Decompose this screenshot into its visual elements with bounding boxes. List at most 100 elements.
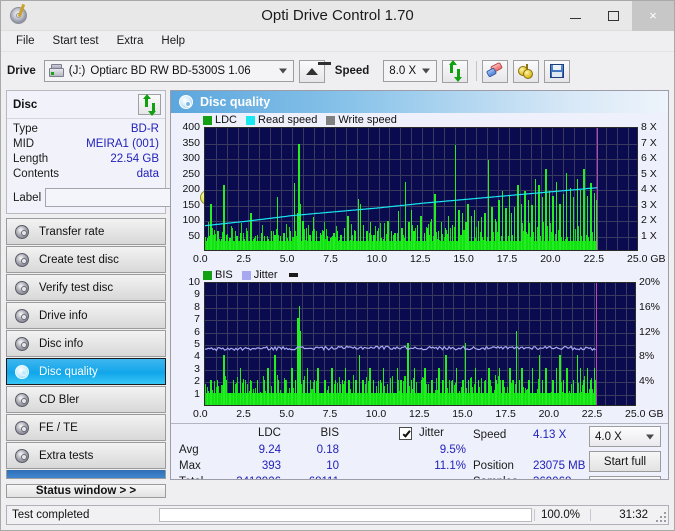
maximize-button[interactable] xyxy=(594,1,632,31)
jitter-checkbox[interactable] xyxy=(399,427,412,440)
menu-help[interactable]: Help xyxy=(152,33,194,49)
legend-swatch-ldc xyxy=(203,115,212,125)
label-caption: Label xyxy=(13,191,42,204)
y-tick-label: 7 xyxy=(194,313,200,326)
bis-chart: BIS Jitter 10 9 8 7 6 5 4 3 2 1 20% 16% 12% 8% 4% 0.0 2.… xyxy=(171,268,668,423)
sidebar-item-disc-quality[interactable]: Disc quality xyxy=(6,358,166,385)
x-tick-label: 2.5 xyxy=(236,253,251,265)
x-tick-label: 5.0 xyxy=(279,253,295,265)
x-tick-label: 10.0 xyxy=(366,253,388,265)
left-sidebar: Disc Type BD-R MID MEIRA1 (001) Length 2… xyxy=(6,90,217,498)
y2-tick-label: 3 X xyxy=(641,198,657,211)
stats-max-bis: 10 xyxy=(326,460,339,472)
stats-header-jitter: Jitter xyxy=(419,427,444,439)
sidebar-item-create-test-disc[interactable]: Create test disc xyxy=(6,246,166,273)
sidebar-item-fe-te[interactable]: FE / TE xyxy=(6,414,166,441)
sidebar-item-verify-test-disc[interactable]: Verify test disc xyxy=(6,274,166,301)
stats-speed-value: 4.13 X xyxy=(533,429,567,441)
y-tick-label: 5 xyxy=(194,338,200,350)
progress-bar xyxy=(159,508,532,522)
drive-select[interactable]: (J:) Optiarc BD RW BD-5300S 1.06 xyxy=(43,60,294,82)
y-tick-label: 50 xyxy=(188,229,200,242)
toolbar-separator xyxy=(476,61,478,81)
sidebar-item-label: Disc quality xyxy=(39,365,98,378)
close-button[interactable]: × xyxy=(632,1,674,31)
x-tick-label: 15.0 xyxy=(453,253,474,265)
y2-tick-label: 20% xyxy=(639,276,661,288)
y2-tick-label: 16% xyxy=(639,300,661,313)
disc-icon xyxy=(15,336,29,351)
status-text: Test completed xyxy=(12,509,90,521)
start-full-button[interactable]: Start full xyxy=(589,451,661,472)
test-speed-select[interactable]: 4.0 X xyxy=(589,426,661,447)
gold-tools-icon xyxy=(518,63,534,79)
eject-button[interactable] xyxy=(298,59,331,83)
x-tick-label: 12.5 xyxy=(410,253,431,265)
stats-row-label-avg: Avg xyxy=(179,444,199,456)
disc-icon xyxy=(15,280,29,295)
erase-button[interactable] xyxy=(482,59,509,83)
sidebar-item-disc-info[interactable]: Disc info xyxy=(6,330,166,357)
save-floppy-icon xyxy=(550,64,565,78)
disc-icon xyxy=(15,448,29,463)
y2-tick-label: 6 X xyxy=(641,152,657,164)
disc-icon xyxy=(15,252,29,267)
tools-button[interactable] xyxy=(513,59,540,83)
x-tick-label: 20.0 xyxy=(540,253,561,265)
window-controls: × xyxy=(556,1,674,31)
x-tick-label: 22.5 xyxy=(581,408,603,420)
disc-icon xyxy=(15,224,29,239)
legend-label-bis: BIS xyxy=(215,269,233,281)
row-value: data xyxy=(136,168,159,180)
legend-swatch-read-speed xyxy=(246,115,256,125)
y2-tick-label: 5 X xyxy=(641,167,657,180)
app-window: Opti Drive Control 1.70 × File Start tes… xyxy=(0,0,675,531)
sidebar-item-extra-tests[interactable]: Extra tests xyxy=(6,442,166,469)
content-panel: Disc quality LDC Read speed Write speed … xyxy=(170,90,669,480)
menu-bar: File Start test Extra Help xyxy=(1,31,674,52)
legend-swatch-jitter xyxy=(241,270,251,280)
x-tick-label: 7.5 xyxy=(322,408,338,420)
drive-letter: (J:) xyxy=(68,65,86,77)
minimize-button[interactable] xyxy=(556,1,594,31)
y-tick-label: 350 xyxy=(182,136,200,149)
y-tick-label: 6 xyxy=(194,325,200,338)
y-tick-label: 4 xyxy=(194,350,200,363)
status-bar: Test completed 100.0% 31:32 xyxy=(6,505,669,525)
menu-start-test[interactable]: Start test xyxy=(44,33,108,49)
disc-info-panel: Disc Type BD-R MID MEIRA1 (001) Length 2… xyxy=(6,90,217,214)
sidebar-item-drive-info[interactable]: Drive info xyxy=(6,302,166,329)
stats-speed-label: Speed xyxy=(473,429,507,441)
row-value: 22.54 GB xyxy=(110,153,159,165)
start-part-button[interactable]: Start part xyxy=(589,476,661,479)
stats-total-ldc: 3412926 xyxy=(219,476,281,479)
ldc-chart-legend: LDC Read speed Write speed xyxy=(203,114,402,126)
row-value: MEIRA1 (001) xyxy=(86,138,159,150)
refresh-button[interactable] xyxy=(442,59,469,83)
end-of-data-marker xyxy=(597,128,599,250)
ldc-chart-plot-area xyxy=(204,127,638,251)
stats-total-bis: 68111 xyxy=(281,476,339,479)
status-window-button[interactable]: Status window > > xyxy=(6,484,166,498)
drive-name: Optiarc BD RW BD-5300S 1.06 xyxy=(90,65,251,77)
legend-swatch-bis xyxy=(203,270,212,280)
sidebar-item-label: FE / TE xyxy=(39,421,78,434)
resize-grip[interactable] xyxy=(654,506,668,524)
y-tick-label: 2 xyxy=(194,375,200,388)
x-tick-label: 22.5 xyxy=(583,253,605,265)
bis-chart-legend: BIS Jitter xyxy=(203,269,298,281)
speed-select[interactable]: 8.0 X xyxy=(383,60,438,82)
y-tick-label: 10 xyxy=(188,276,200,288)
disc-refresh-button[interactable] xyxy=(138,93,161,116)
sidebar-item-cd-bler[interactable]: CD Bler xyxy=(6,386,166,413)
save-button[interactable] xyxy=(544,59,571,83)
row-key: Type xyxy=(13,123,38,135)
legend-label-jitter: Jitter xyxy=(253,269,278,281)
menu-extra[interactable]: Extra xyxy=(108,33,153,49)
stats-panel: LDC BIS Jitter Avg 9.24 0.18 9.5% Max 39… xyxy=(171,423,668,479)
x-tick-label: 20.0 xyxy=(538,408,560,420)
sidebar-item-transfer-rate[interactable]: Transfer rate xyxy=(6,218,166,245)
menu-file[interactable]: File xyxy=(7,33,44,49)
disc-panel-title: Disc xyxy=(13,98,38,111)
chevron-down-icon xyxy=(278,68,287,74)
